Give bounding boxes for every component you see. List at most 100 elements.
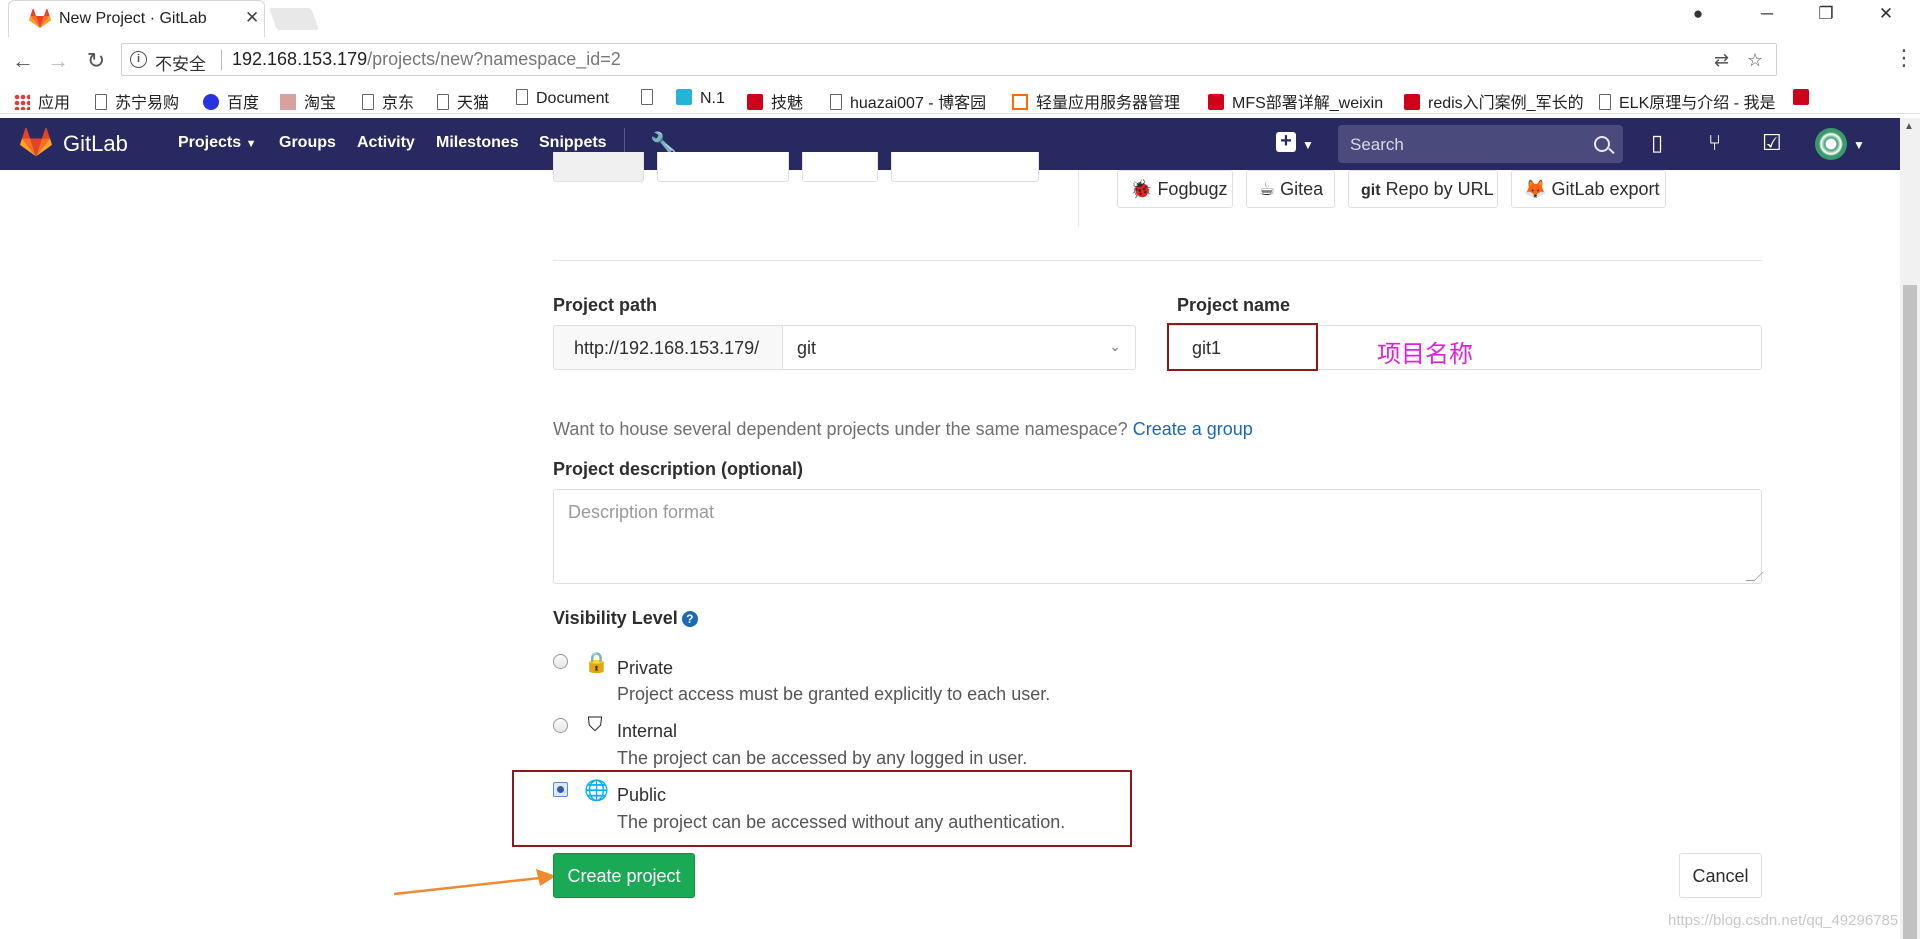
bookmark-label: redis入门案例_军长的 [1428,95,1584,112]
description-textarea[interactable]: Description format [553,489,1764,584]
browser-menu-icon[interactable]: ⋮ [1893,45,1915,71]
gitlab-logo-icon[interactable] [20,128,52,158]
translate-icon[interactable]: ⇄ [1714,50,1729,71]
close-window-icon[interactable]: ✕ [1866,4,1906,24]
import-tab-partial[interactable] [657,152,789,182]
description-label: Project description (optional) [553,459,804,479]
bug-icon: 🐞 [1130,179,1153,199]
nav-snippets[interactable]: Snippets [539,134,607,152]
import-gitlab-export-button[interactable]: 🦊 GitLab export [1511,170,1666,208]
annotation-arrow-icon [393,869,556,896]
annotation-box-name [1167,323,1318,371]
info-icon[interactable]: i [130,51,147,68]
chevron-down-icon: ▼ [245,138,257,150]
b-icon [676,89,692,105]
path-prefix: http://192.168.153.179/ [553,325,783,370]
bookmarks-bar: 应用 苏宁易购 百度 淘宝 京东 天猫 Document N.1 技魅 huazai007 - 博… [0,84,1920,114]
bookmark-star-icon[interactable]: ☆ [1747,50,1763,71]
help-question-icon[interactable]: ? [681,611,698,627]
visibility-title-private[interactable]: Private [617,658,673,679]
new-tab-button[interactable] [268,8,320,30]
namespace-select[interactable]: git ⌄ [782,325,1136,370]
annotation-box-public [512,770,1132,847]
create-group-link[interactable]: Create a group [1133,419,1253,439]
nav-groups[interactable]: Groups [279,134,336,152]
scroll-up-icon[interactable]: ▲ [1904,121,1914,132]
bookmark-item[interactable]: 京东 [362,89,414,113]
tab-close-icon[interactable]: ✕ [245,8,259,28]
bookmark-label: 技魅 [771,95,804,112]
bookmark-item[interactable] [641,89,661,108]
nav-milestones[interactable]: Milestones [436,134,519,152]
page-icon [437,94,449,110]
csdn-icon [747,94,763,110]
cancel-button[interactable]: Cancel [1679,853,1762,898]
visibility-desc-private: Project access must be granted explicitl… [617,684,1051,704]
todo-list-icon[interactable]: ▯ [1651,130,1663,156]
minimize-icon[interactable]: ─ [1747,4,1787,24]
nav-projects-label: Projects [178,134,242,151]
gitlab-brand[interactable]: GitLab [63,131,128,157]
bookmark-label: N.1 [700,90,725,107]
import-tab-partial[interactable] [553,152,644,182]
url-input[interactable]: i 不安全 192.168.153.179/projects/new?names… [121,43,1777,76]
bookmark-label: ELK原理与介绍 - 我是 [1619,95,1776,112]
issues-check-icon[interactable]: ☑ [1762,130,1782,156]
bookmark-item[interactable]: 淘宝 [280,89,336,113]
restore-icon[interactable]: ❐ [1806,4,1846,24]
bookmark-item[interactable]: 百度 [203,89,259,113]
bookmark-label: 淘宝 [304,95,337,112]
aliyun-icon [1012,94,1028,110]
import-repo-url-button[interactable]: git Repo by URL [1348,170,1498,208]
chevron-down-icon[interactable]: ▼ [1853,138,1865,152]
visibility-title-internal[interactable]: Internal [617,721,677,742]
url-text[interactable]: 192.168.153.179/projects/new?namespace_i… [232,49,621,70]
bookmark-item[interactable]: Document [516,89,609,108]
nav-activity[interactable]: Activity [357,134,415,152]
bookmark-item[interactable] [1793,89,1817,108]
bookmark-item[interactable]: 应用 [14,89,70,113]
chevron-down-icon: ⌄ [1109,338,1121,354]
back-icon[interactable]: ← [9,48,37,74]
avatar[interactable] [1815,128,1847,160]
bookmark-item[interactable]: ELK原理与介绍 - 我是 [1599,89,1775,113]
bookmark-item[interactable]: 天猫 [437,89,489,113]
search-icon[interactable] [1594,136,1610,152]
address-bar-row: ← → ↻ i 不安全 192.168.153.179/projects/new… [0,37,1920,84]
browser-tab-strip: New Project · GitLab ✕ ● ─ ❐ ✕ [0,0,1920,37]
radio-internal[interactable] [553,718,568,733]
search-input[interactable]: Search [1338,125,1623,163]
import-tab-partial[interactable] [891,152,1039,182]
bookmark-label: 百度 [227,95,260,112]
create-project-button[interactable]: Create project [553,853,695,898]
tab-title: New Project · GitLab [59,10,207,27]
import-gitea-button[interactable]: ☕ Gitea [1246,170,1335,208]
resize-handle-icon[interactable] [1745,572,1764,581]
chevron-down-icon[interactable]: ▼ [1302,138,1314,152]
browser-tab[interactable]: New Project · GitLab ✕ [8,0,265,37]
csdn-icon [1793,89,1809,105]
csdn-icon [1208,94,1224,110]
bookmark-item[interactable]: redis入门案例_军长的 [1404,89,1584,113]
project-name-label: Project name [1177,295,1291,315]
bookmark-item[interactable]: 苏宁易购 [95,89,179,113]
reload-icon[interactable]: ↻ [82,48,110,74]
profile-icon[interactable]: ● [1678,4,1718,24]
bookmark-item[interactable]: MFS部署详解_weixin [1208,89,1383,113]
bookmark-item[interactable]: 技魅 [747,89,803,113]
insecure-label[interactable]: 不安全 [155,50,206,75]
scrollbar-thumb[interactable] [1903,285,1917,939]
import-fogbugz-button[interactable]: 🐞 Fogbugz [1117,170,1233,208]
visibility-label-text: Visibility Level [553,608,678,628]
new-plus-icon[interactable]: + [1276,131,1296,152]
annotation-label: 项目名称 [1377,340,1473,368]
forward-icon[interactable]: → [44,48,72,74]
bookmark-item[interactable]: 轻量应用服务器管理 [1012,89,1180,113]
bookmark-item[interactable]: N.1 [676,89,725,108]
bookmark-label: 京东 [382,95,415,112]
bookmark-item[interactable]: huazai007 - 博客园 [830,89,986,113]
merge-request-icon[interactable]: ⑂ [1708,130,1721,156]
nav-projects[interactable]: Projects ▼ [178,134,256,152]
radio-private[interactable] [553,654,568,669]
import-tab-partial[interactable] [802,152,878,182]
